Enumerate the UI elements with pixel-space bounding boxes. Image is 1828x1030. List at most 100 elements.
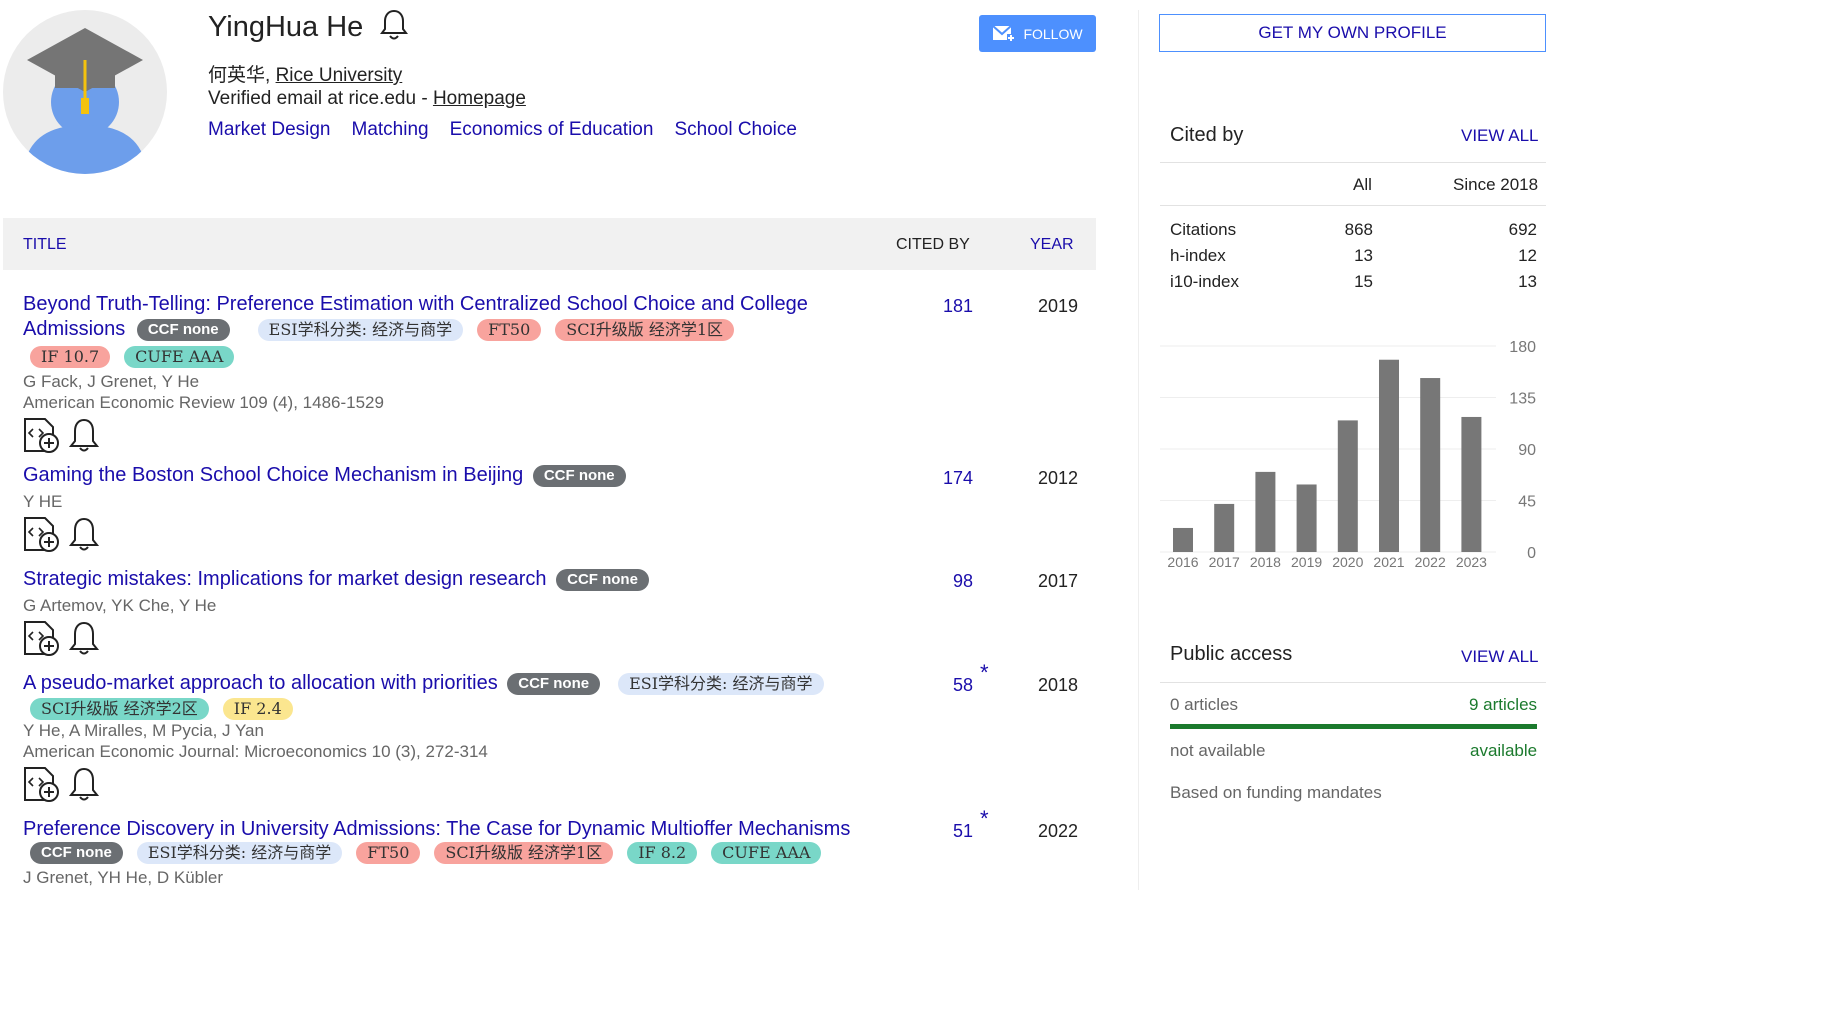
interest-market-design[interactable]: Market Design <box>208 119 331 141</box>
pa-not-available-count[interactable]: 0 articles <box>1170 695 1238 715</box>
esi-badge: ESI学科分类: 经济与商学 <box>257 318 464 341</box>
interest-matching[interactable]: Matching <box>352 119 429 141</box>
affiliation-link[interactable]: Rice University <box>276 65 403 86</box>
sci-badge: SCI升级版 经济学2区 <box>30 698 209 720</box>
article-title[interactable]: Gaming the Boston School Choice Mechanis… <box>23 464 523 486</box>
stat-h-index-since: 12 <box>1518 246 1537 265</box>
pa-note: Based on funding mandates <box>1170 783 1382 802</box>
add-to-library-icon[interactable] <box>23 417 61 458</box>
x-tick-label: 2022 <box>1415 554 1446 570</box>
follow-bell-icon[interactable] <box>379 8 409 47</box>
public-access-progress-bar <box>1170 724 1537 729</box>
cufe-badge: CUFE AAA <box>711 842 822 864</box>
divider-line <box>1160 162 1546 163</box>
stat-label-h-index: h-index <box>1170 246 1226 265</box>
cited-count[interactable]: 181 <box>913 296 973 317</box>
interest-economics-of-education[interactable]: Economics of Education <box>450 119 654 141</box>
stat-i10-index-since: 13 <box>1518 272 1537 291</box>
y-tick-label: 45 <box>1518 494 1536 511</box>
year: 2017 <box>1038 571 1079 591</box>
add-to-library-icon[interactable] <box>23 620 61 661</box>
ccf-badge: CCF none <box>532 464 626 487</box>
citation-bar-2023[interactable] <box>1461 416 1482 552</box>
stat-citations-all: 868 <box>1344 220 1373 239</box>
article-venue: American Economic Review 109 (4), 1486-1… <box>23 393 384 412</box>
avatar-graduate-icon <box>23 28 147 174</box>
citation-bar-2016[interactable] <box>1173 527 1193 552</box>
citation-bar-2018[interactable] <box>1255 471 1276 552</box>
column-divider <box>1138 10 1139 890</box>
public-access-view-all[interactable]: VIEW ALL <box>1461 647 1538 667</box>
citations-per-year-chart: 0 45 90 135 180 2016 2017 2018 2019 2020 2021 2022 2… <box>1160 339 1536 570</box>
public-access-title: Public access <box>1170 643 1293 665</box>
article-title[interactable]: A pseudo-market approach to allocation w… <box>23 672 498 694</box>
ccf-badge: CCF none <box>507 672 601 695</box>
x-tick-label: 2021 <box>1373 554 1404 570</box>
col-since: Since 2018 <box>1453 175 1539 194</box>
stat-label-i10-index: i10-index <box>1170 272 1239 291</box>
research-interests: Market Design Matching Economics of Educ… <box>208 119 797 141</box>
get-my-own-profile-button[interactable]: GET MY OWN PROFILE <box>1159 14 1546 52</box>
merged-citation-star: * <box>980 806 989 831</box>
cited-count[interactable]: 51 <box>913 821 973 842</box>
year: 2019 <box>1038 296 1079 316</box>
sort-by-year[interactable]: YEAR <box>1030 236 1074 254</box>
esi-badge: ESI学科分类: 经济与商学 <box>136 842 343 864</box>
stat-h-index-all: 13 <box>1354 246 1373 265</box>
cited-count[interactable]: 98 <box>913 571 973 592</box>
citation-bar-2019[interactable] <box>1296 484 1317 552</box>
cited-by-view-all[interactable]: VIEW ALL <box>1461 126 1538 146</box>
x-tick-label: 2019 <box>1291 554 1322 570</box>
sort-by-cited[interactable]: CITED BY <box>896 236 970 254</box>
add-to-library-icon[interactable] <box>23 516 61 557</box>
article-venue: American Economic Journal: Microeconomic… <box>23 742 488 761</box>
email-text: Verified email at rice.edu - <box>208 88 433 109</box>
divider-line <box>1160 682 1546 683</box>
follow-label: FOLLOW <box>1023 25 1083 42</box>
if-badge: IF 2.4 <box>222 698 293 720</box>
y-tick-label: 135 <box>1509 391 1536 408</box>
merged-citation-star: * <box>980 660 989 685</box>
citation-bar-2022[interactable] <box>1420 378 1441 552</box>
citation-bar-2020[interactable] <box>1337 420 1358 552</box>
article-authors: G Artemov, YK Che, Y He <box>23 596 217 615</box>
article-title[interactable]: Strategic mistakes: Implications for mar… <box>23 568 547 590</box>
sci-badge: SCI升级版 经济学1区 <box>555 318 735 341</box>
mail-plus-icon <box>992 24 1016 42</box>
stat-citations-since: 692 <box>1508 220 1537 239</box>
y-tick-label: 90 <box>1518 442 1536 459</box>
ft-badge: FT50 <box>477 318 542 341</box>
avatar <box>3 10 167 174</box>
article-title[interactable]: Preference Discovery in University Admis… <box>23 818 850 840</box>
if-badge: IF 8.2 <box>627 842 698 864</box>
article-title[interactable]: Beyond Truth-Telling: Preference Estimat… <box>23 293 808 315</box>
follow-button[interactable]: FOLLOW <box>979 15 1096 52</box>
article-authors: Y He, A Miralles, M Pycia, J Yan <box>23 721 264 740</box>
pa-available-count[interactable]: 9 articles <box>1469 695 1537 715</box>
interest-school-choice[interactable]: School Choice <box>674 119 797 141</box>
cited-count[interactable]: 58 <box>913 675 973 696</box>
article-authors: J Grenet, YH He, D Kübler <box>23 868 223 887</box>
citation-bar-2017[interactable] <box>1214 503 1235 552</box>
alert-bell-icon[interactable] <box>67 516 101 557</box>
sort-by-title[interactable]: TITLE <box>23 236 67 254</box>
profile-name: YingHua He <box>208 11 364 43</box>
add-to-library-icon[interactable] <box>23 766 61 807</box>
alert-bell-icon[interactable] <box>67 620 101 661</box>
alert-bell-icon[interactable] <box>67 766 101 807</box>
article-title-cont[interactable]: Admissions <box>23 318 125 340</box>
x-tick-label: 2020 <box>1332 554 1363 570</box>
article-authors: Y HE <box>23 492 63 511</box>
alert-bell-icon[interactable] <box>67 417 101 458</box>
stat-label-citations: Citations <box>1170 220 1237 239</box>
homepage-link[interactable]: Homepage <box>433 88 526 109</box>
cufe-badge: CUFE AAA <box>124 346 235 368</box>
x-tick-label: 2023 <box>1456 554 1487 570</box>
year: 2012 <box>1038 468 1079 488</box>
pa-available-label: available <box>1470 741 1538 760</box>
year: 2022 <box>1038 821 1079 841</box>
citation-bar-2021[interactable] <box>1379 359 1399 552</box>
article-authors: G Fack, J Grenet, Y He <box>23 372 200 391</box>
cited-count[interactable]: 174 <box>913 468 973 489</box>
pa-not-available-label: not available <box>1170 741 1266 760</box>
